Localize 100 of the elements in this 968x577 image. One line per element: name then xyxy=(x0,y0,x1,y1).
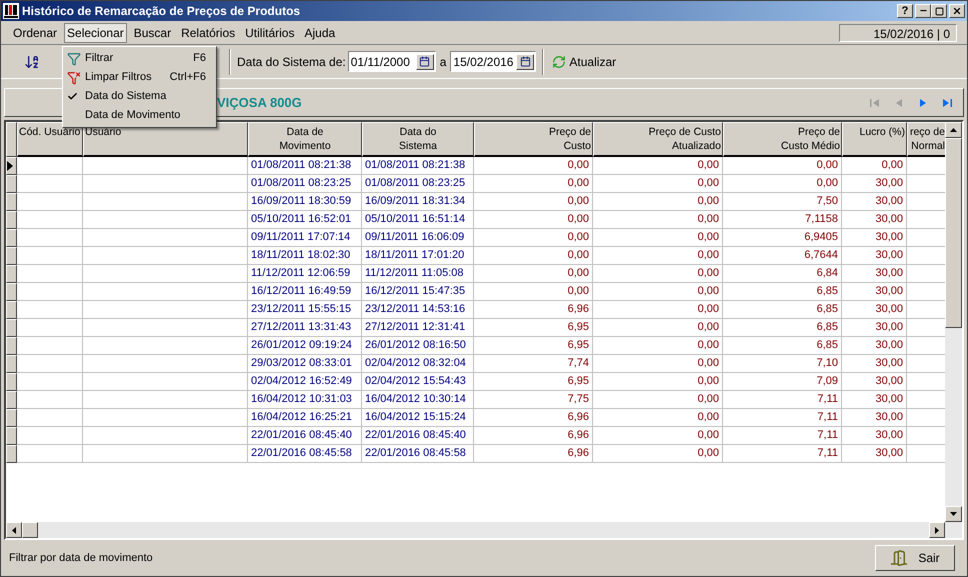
column-header[interactable]: Preço de Custo xyxy=(474,122,593,157)
table-cell: 26/01/2012 08:16:50 xyxy=(362,337,474,355)
scroll-down-icon xyxy=(950,512,957,516)
table-cell: 05/10/2011 16:52:01 xyxy=(248,211,362,229)
table-cell: 0,00 xyxy=(593,445,723,463)
table-cell: 7,1158 xyxy=(723,211,842,229)
table-cell xyxy=(17,247,83,265)
date-from-field[interactable]: 01/11/2000 xyxy=(348,51,436,72)
dropdown-item[interactable]: Data do Sistema xyxy=(63,87,216,106)
first-arrow-icon xyxy=(869,96,881,108)
row-indicator[interactable] xyxy=(6,157,17,175)
row-indicator[interactable] xyxy=(6,301,17,319)
row-indicator[interactable] xyxy=(6,355,17,373)
column-header[interactable]: reço de Normal xyxy=(907,122,945,157)
table-cell: 0,00 xyxy=(593,409,723,427)
table-cell: 6,95 xyxy=(474,373,593,391)
menu-item[interactable]: Relatórios xyxy=(179,24,238,42)
row-indicator[interactable] xyxy=(6,427,17,445)
row-indicator[interactable] xyxy=(6,229,17,247)
dropdown-item[interactable]: Data de Movimento xyxy=(63,106,216,125)
dropdown-item[interactable]: Limpar Filtros Ctrl+F6 xyxy=(63,68,216,87)
table-cell: 29/03/2012 08:33:01 xyxy=(248,355,362,373)
row-indicator[interactable] xyxy=(6,283,17,301)
column-header[interactable]: Preço de Custo Médio xyxy=(723,122,842,157)
table-cell: 0,00 xyxy=(593,337,723,355)
table-cell: 05/10/2011 16:51:14 xyxy=(362,211,474,229)
row-indicator[interactable] xyxy=(6,211,17,229)
table-cell: 30,00 xyxy=(842,409,907,427)
date-to-field[interactable]: 15/02/2016 xyxy=(450,51,536,72)
table-cell: 11/12/2011 11:05:08 xyxy=(362,265,474,283)
table-cell xyxy=(17,283,83,301)
column-header[interactable]: Cód. Usuário xyxy=(17,122,83,157)
column-header[interactable]: Preço de Custo Atualizado xyxy=(593,122,723,157)
maximize-button[interactable] xyxy=(931,4,947,18)
table-cell: 6,85 xyxy=(723,319,842,337)
row-indicator[interactable] xyxy=(6,337,17,355)
table-cell: 7,74 xyxy=(474,355,593,373)
table-cell: 23/12/2011 14:53:16 xyxy=(362,301,474,319)
table-cell: 6,96 xyxy=(474,301,593,319)
table-cell: 30,00 xyxy=(842,391,907,409)
minimize-button[interactable] xyxy=(915,4,931,18)
table-cell: 0,00 xyxy=(842,157,907,175)
table-cell: 09/11/2011 16:06:09 xyxy=(362,229,474,247)
table-cell: 0,00 xyxy=(593,157,723,175)
row-indicator[interactable] xyxy=(6,175,17,193)
menu-item[interactable]: Buscar xyxy=(132,24,174,42)
menu-item[interactable]: Ordenar xyxy=(11,24,60,42)
table-cell: 16/04/2012 10:31:03 xyxy=(248,391,362,409)
exit-button[interactable]: Sair xyxy=(875,545,955,571)
menu-item[interactable]: Selecionar xyxy=(65,24,126,42)
row-indicator[interactable] xyxy=(6,391,17,409)
table-cell: 30,00 xyxy=(842,445,907,463)
menu-item[interactable]: Ajuda xyxy=(302,24,338,42)
table-cell xyxy=(17,229,83,247)
table-cell: 0,00 xyxy=(593,283,723,301)
table-cell: 0,00 xyxy=(474,265,593,283)
column-header[interactable]: Data do Sistema xyxy=(362,122,474,157)
column-header[interactable]: Lucro (%) xyxy=(842,122,907,157)
column-header[interactable]: Data de Movimento xyxy=(248,122,362,157)
row-indicator[interactable] xyxy=(6,193,17,211)
horizontal-scrollbar[interactable] xyxy=(6,522,945,538)
window-title: Histórico de Remarcação de Preços de Produtos xyxy=(22,3,302,20)
help-button[interactable]: ? xyxy=(897,4,913,18)
table-cell: 30,00 xyxy=(842,265,907,283)
last-arrow-icon xyxy=(941,96,953,108)
scroll-thumb[interactable] xyxy=(945,138,962,328)
table-cell: 6,9405 xyxy=(723,229,842,247)
table-cell xyxy=(17,373,83,391)
table-cell: 6,96 xyxy=(474,409,593,427)
table-cell: 30,00 xyxy=(842,301,907,319)
table-cell: 0,00 xyxy=(593,373,723,391)
table-cell: 16/12/2011 16:49:59 xyxy=(248,283,362,301)
table-cell: 7,10 xyxy=(723,355,842,373)
table-cell xyxy=(17,301,83,319)
table-cell xyxy=(17,445,83,463)
row-indicator[interactable] xyxy=(6,373,17,391)
funnel-cross-icon xyxy=(67,70,81,84)
table-cell: 0,00 xyxy=(593,211,723,229)
table-cell: 30,00 xyxy=(842,283,907,301)
table-cell: 16/04/2012 15:15:24 xyxy=(362,409,474,427)
row-indicator[interactable] xyxy=(6,265,17,283)
scroll-thumb[interactable] xyxy=(22,522,38,538)
table-cell: 6,96 xyxy=(474,445,593,463)
row-indicator[interactable] xyxy=(6,445,17,463)
table-cell: 30,00 xyxy=(842,211,907,229)
table-cell: 6,84 xyxy=(723,265,842,283)
row-indicator[interactable] xyxy=(6,409,17,427)
row-indicator[interactable] xyxy=(6,247,17,265)
table-cell: 02/04/2012 08:32:04 xyxy=(362,355,474,373)
menu-item[interactable]: Utilitários xyxy=(243,24,296,42)
refresh-button[interactable]: Atualizar xyxy=(550,50,618,72)
date-label: Data do Sistema de: xyxy=(237,54,346,70)
vertical-scrollbar[interactable] xyxy=(945,122,962,538)
close-button[interactable] xyxy=(949,4,965,18)
table-cell xyxy=(17,319,83,337)
table-cell: 7,09 xyxy=(723,373,842,391)
table-cell xyxy=(17,355,83,373)
calendar-icon xyxy=(520,56,531,67)
dropdown-item[interactable]: Filtrar F6 xyxy=(63,49,216,68)
row-indicator[interactable] xyxy=(6,319,17,337)
